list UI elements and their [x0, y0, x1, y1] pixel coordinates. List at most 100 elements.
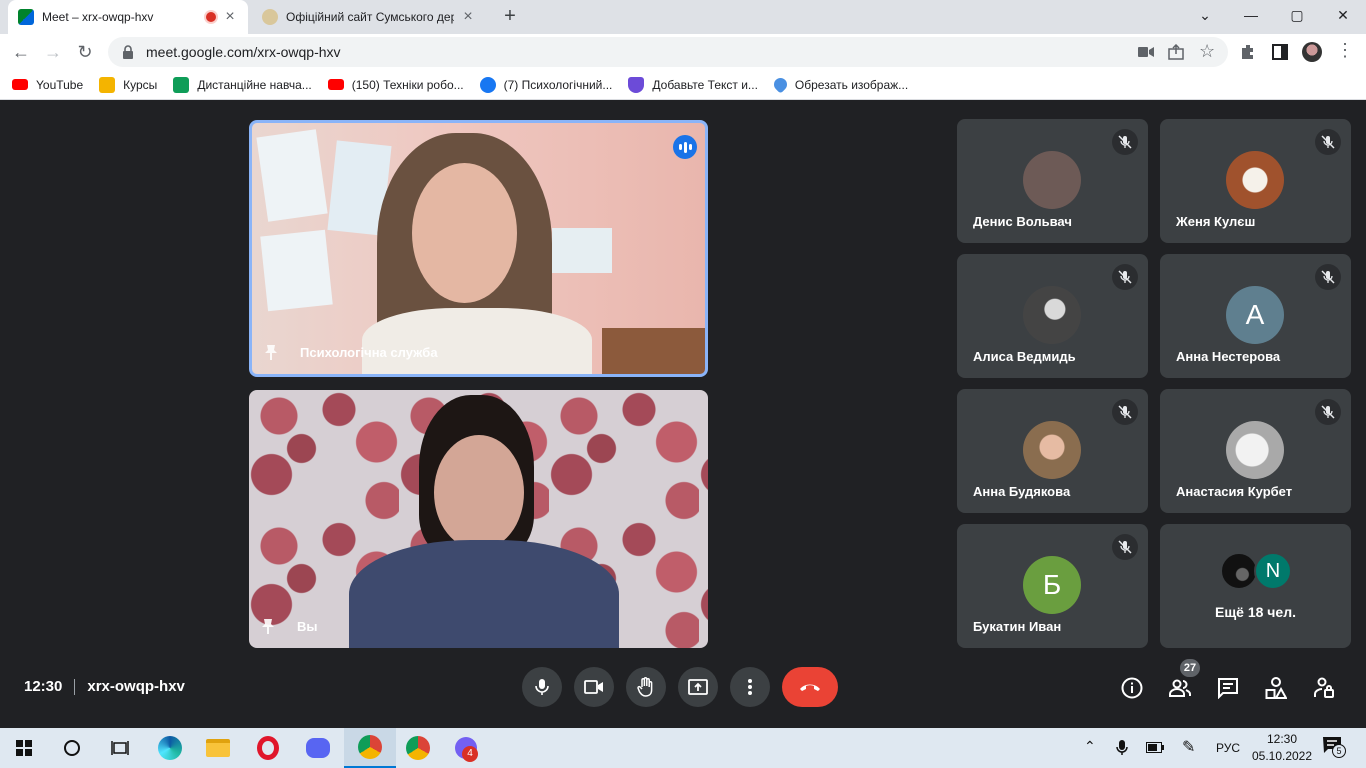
bookmark-label: YouTube [36, 77, 84, 92]
video-tile-speaker[interactable]: Психологічна служба [249, 120, 708, 377]
participant-tile[interactable]: Анна Будякова [957, 389, 1148, 513]
bookmark-label: (7) Психологічний... [503, 77, 613, 92]
participant-tile[interactable]: А Анна Нестерова [1160, 254, 1351, 378]
more-participants-tile[interactable]: N Ещё 18 чел. [1160, 524, 1351, 648]
tab-meet[interactable]: Meet – xrx-owqp-hxv × [8, 0, 248, 34]
microphone-button[interactable] [522, 667, 562, 707]
participant-tile[interactable]: Женя Кулєш [1160, 119, 1351, 243]
participant-tile[interactable]: Денис Вольвач [957, 119, 1148, 243]
mic-off-icon [1112, 534, 1138, 560]
avatar [1226, 421, 1284, 479]
pin-icon[interactable] [264, 344, 278, 360]
notifications-button[interactable]: 5 [1322, 736, 1346, 760]
video-tile-self[interactable]: Вы [249, 390, 708, 648]
avatar: А [1226, 286, 1284, 344]
extensions-icon[interactable] [1240, 44, 1256, 60]
microphone-icon [535, 679, 549, 695]
bookmark-techniques[interactable]: (150) Техніки робо... [327, 78, 464, 92]
avatar [1023, 421, 1081, 479]
address-bar[interactable]: meet.google.com/xrx-owqp-hxv [108, 37, 1228, 67]
mic-off-icon [1112, 129, 1138, 155]
tab-sumy[interactable]: Офіційний сайт Сумського держ × [252, 0, 486, 34]
close-tab-icon[interactable]: × [222, 9, 238, 25]
leave-call-button[interactable] [782, 667, 838, 707]
file-explorer-button[interactable] [194, 728, 242, 768]
back-icon[interactable]: ← [8, 39, 34, 65]
forward-icon[interactable]: → [40, 39, 66, 65]
camera-button[interactable] [574, 667, 614, 707]
profile-avatar[interactable] [1302, 42, 1322, 62]
people-button[interactable]: 27 [1167, 659, 1200, 701]
discord-button[interactable] [294, 728, 342, 768]
green-plus-icon [173, 76, 190, 93]
new-tab-button[interactable]: + [498, 5, 522, 29]
site-crest-icon [262, 9, 278, 25]
pen-icon[interactable]: ✎ [1182, 737, 1195, 757]
wall-drawing [256, 129, 328, 222]
shield-icon [628, 76, 645, 93]
bookmarks-bar: YouTube Курсы Дистанційне навча... (150)… [0, 70, 1366, 100]
pin-icon[interactable] [261, 618, 275, 634]
share-icon[interactable] [1168, 44, 1184, 60]
avatar [1226, 151, 1284, 209]
participant-tile[interactable]: Б Букатин Иван [957, 524, 1148, 648]
search-button[interactable] [48, 728, 96, 768]
bookmark-youtube[interactable]: YouTube [12, 78, 83, 92]
participant-name: Анна Нестерова [1176, 349, 1281, 364]
avatar-initial: N [1265, 559, 1281, 582]
browser-toolbar: ← → ↻ meet.google.com/xrx-owqp-hxv ☆ ⋮ [0, 34, 1366, 70]
chrome-button-active[interactable] [344, 728, 396, 768]
present-button[interactable] [678, 667, 718, 707]
participant-name: Денис Вольвач [973, 214, 1072, 229]
activities-button[interactable] [1263, 675, 1289, 701]
chat-button[interactable] [1215, 675, 1241, 701]
more-options-button[interactable] [730, 667, 770, 707]
discord-icon [306, 738, 330, 758]
meet-icon [18, 9, 34, 25]
participant-name: Женя Кулєш [1176, 214, 1256, 229]
start-button[interactable] [0, 728, 48, 768]
camera-icon[interactable] [1138, 45, 1154, 59]
close-tab-icon[interactable]: × [460, 9, 476, 25]
participant-name: Анастасия Курбет [1176, 484, 1293, 499]
edge-button[interactable] [146, 728, 194, 768]
meeting-details-button[interactable] [1119, 675, 1145, 701]
task-view-icon [111, 741, 129, 755]
shapes-icon [1265, 677, 1287, 699]
people-count-badge: 27 [1180, 659, 1200, 677]
bookmark-star-icon[interactable]: ☆ [1199, 41, 1215, 62]
reload-icon[interactable]: ↻ [72, 39, 98, 65]
maximize-button[interactable]: ▢ [1274, 0, 1320, 30]
close-window-button[interactable]: ✕ [1320, 0, 1366, 30]
sidebar-icon[interactable] [1272, 44, 1288, 60]
show-hidden-icons-icon[interactable]: ⌃ [1084, 738, 1096, 755]
desk [602, 328, 705, 374]
task-view-button[interactable] [96, 728, 144, 768]
taskbar: 4 ⌃ ✎ РУС 12:30 05.10.2022 5 [0, 728, 1366, 768]
participant-name: Алиса Ведмидь [973, 349, 1076, 364]
battery-icon[interactable] [1146, 742, 1164, 753]
bookmark-courses[interactable]: Курсы [99, 76, 157, 93]
speaking-indicator-icon [673, 135, 697, 159]
clock[interactable]: 12:30 05.10.2022 [1250, 731, 1314, 765]
language-indicator[interactable]: РУС [1216, 741, 1240, 755]
opera-button[interactable] [244, 728, 292, 768]
minimize-button[interactable]: — [1228, 0, 1274, 30]
chrome-button[interactable] [394, 728, 442, 768]
raise-hand-button[interactable] [626, 667, 666, 707]
bookmark-crop[interactable]: Обрезать изображ... [771, 75, 908, 94]
viber-button[interactable]: 4 [442, 728, 490, 768]
host-controls-button[interactable] [1311, 675, 1337, 701]
participant-tile[interactable]: Алиса Ведмидь [957, 254, 1148, 378]
viber-badge: 4 [462, 746, 478, 762]
bookmark-distance[interactable]: Дистанційне навча... [173, 76, 312, 93]
chrome-icon [358, 735, 382, 759]
heart-icon [771, 75, 790, 94]
menu-icon[interactable]: ⋮ [1336, 40, 1354, 61]
bookmark-facebook[interactable]: (7) Психологічний... [479, 76, 613, 93]
clock-date: 05.10.2022 [1251, 749, 1313, 763]
tab-search-icon[interactable]: ⌄ [1182, 0, 1228, 30]
bookmark-add-text[interactable]: Добавьте Текст и... [628, 76, 758, 93]
microphone-tray-icon[interactable] [1116, 740, 1128, 756]
participant-tile[interactable]: Анастасия Курбет [1160, 389, 1351, 513]
